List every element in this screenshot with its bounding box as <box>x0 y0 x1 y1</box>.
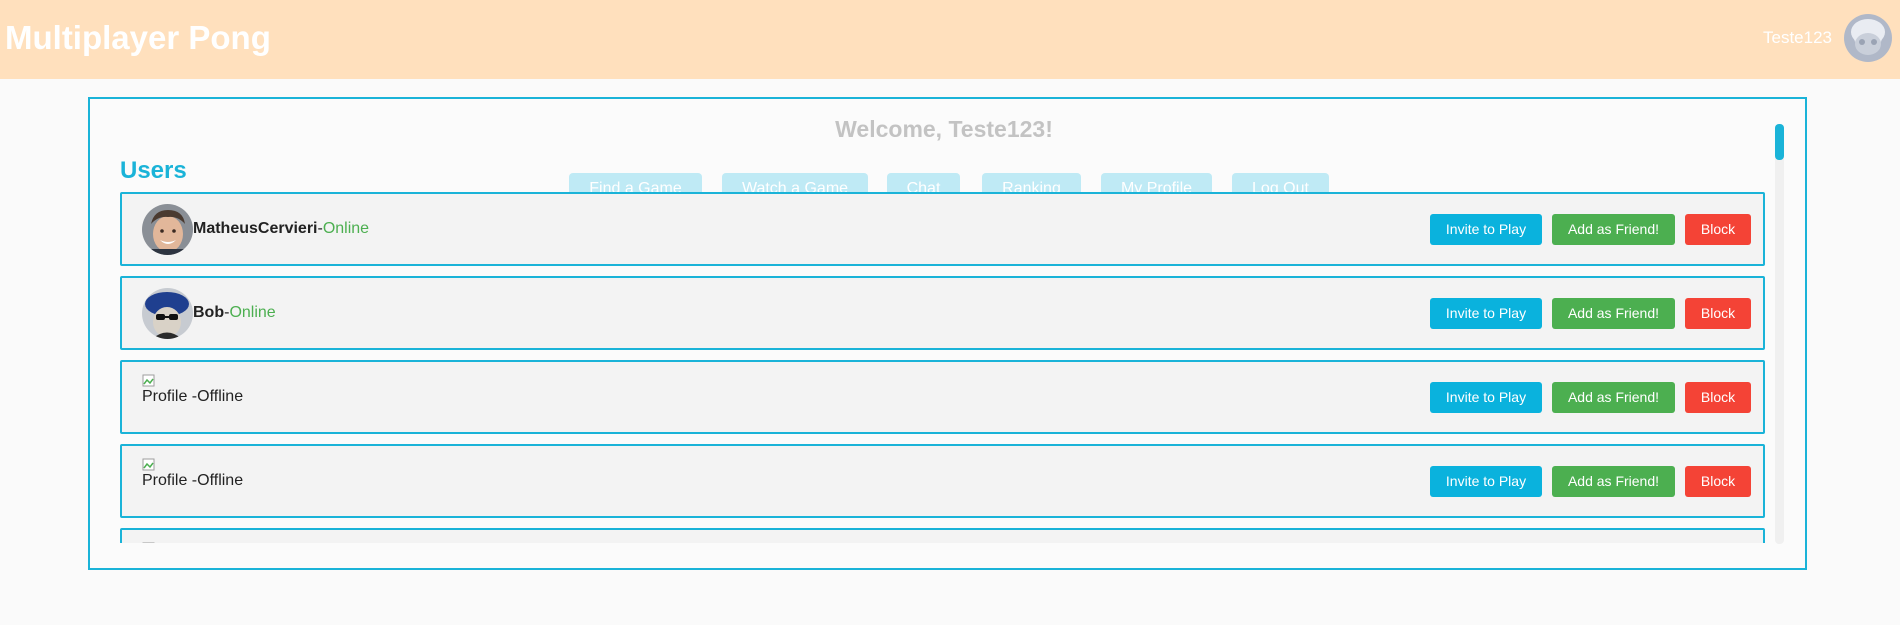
user-row: Profile -Offline Invite to Play Add as F… <box>120 360 1765 434</box>
block-button[interactable]: Block <box>1685 382 1751 413</box>
welcome-message: Welcome, Teste123! <box>835 116 1053 142</box>
add-friend-button[interactable]: Add as Friend! <box>1552 382 1675 413</box>
user-status: Offline <box>197 472 244 489</box>
header-username[interactable]: Teste123 <box>1763 28 1832 48</box>
users-heading: Users <box>120 157 187 184</box>
broken-image-icon <box>142 542 155 543</box>
user-label: Bob-Online <box>193 304 276 322</box>
app-title: Multiplayer Pong <box>5 19 271 56</box>
block-button[interactable]: Block <box>1685 214 1751 245</box>
block-button[interactable]: Block <box>1685 298 1751 329</box>
users-list[interactable]: MatheusCervieri-Online Invite to Play Ad… <box>120 192 1765 543</box>
user-label: MatheusCervieri-Online <box>193 220 369 238</box>
user-name[interactable]: Profile <box>142 472 187 489</box>
user-avatar <box>142 204 193 255</box>
header-avatar[interactable] <box>1844 14 1892 62</box>
invite-to-play-button[interactable]: Invite to Play <box>1430 214 1542 245</box>
user-separator: - <box>187 472 198 489</box>
add-friend-button[interactable]: Add as Friend! <box>1552 214 1675 245</box>
add-friend-button[interactable]: Add as Friend! <box>1552 466 1675 497</box>
user-status: Online <box>322 220 370 237</box>
scrollbar-track[interactable] <box>1775 124 1784 544</box>
top-header: Multiplayer Pong Teste123 <box>0 0 1900 79</box>
user-name[interactable]: MatheusCervieri <box>193 220 318 237</box>
user-avatar <box>142 288 193 339</box>
user-name[interactable]: Profile <box>142 388 187 405</box>
main-panel: Welcome, Teste123! Find a Game Watch a G… <box>88 97 1807 570</box>
invite-to-play-button[interactable]: Invite to Play <box>1430 382 1542 413</box>
user-row <box>120 528 1765 543</box>
user-name[interactable]: Bob <box>193 304 224 321</box>
invite-to-play-button[interactable]: Invite to Play <box>1430 466 1542 497</box>
user-status: Online <box>229 304 276 321</box>
user-label: Profile -Offline <box>142 388 243 406</box>
user-label: Profile -Offline <box>142 472 243 490</box>
user-separator: - <box>187 388 198 405</box>
user-status: Offline <box>197 388 244 405</box>
block-button[interactable]: Block <box>1685 466 1751 497</box>
user-row: Profile -Offline Invite to Play Add as F… <box>120 444 1765 518</box>
add-friend-button[interactable]: Add as Friend! <box>1552 298 1675 329</box>
scrollbar-thumb[interactable] <box>1775 124 1784 160</box>
invite-to-play-button[interactable]: Invite to Play <box>1430 298 1542 329</box>
user-row: Bob-Online Invite to Play Add as Friend!… <box>120 276 1765 350</box>
user-row: MatheusCervieri-Online Invite to Play Ad… <box>120 192 1765 266</box>
